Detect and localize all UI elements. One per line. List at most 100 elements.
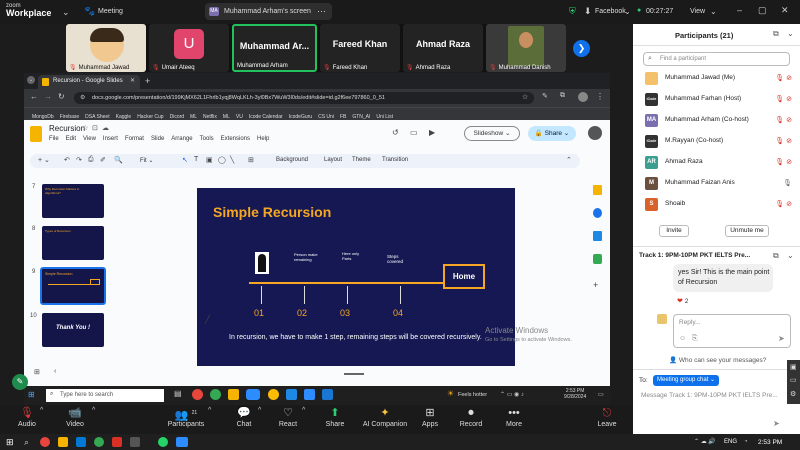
- participant-row[interactable]: S Shoaib 🎙 ⊘: [633, 196, 800, 214]
- speaker-notes-handle[interactable]: [344, 373, 364, 375]
- reply-input[interactable]: Reply... ☺ ⎘ ➤: [673, 314, 791, 348]
- network-icon[interactable]: ◔: [744, 439, 748, 445]
- app-icon[interactable]: [130, 437, 140, 447]
- document-title[interactable]: Recursion: [49, 124, 85, 133]
- line-icon[interactable]: ╲: [230, 156, 234, 164]
- cloud-icon[interactable]: ☁: [102, 124, 109, 132]
- facebook-label[interactable]: Facebook: [595, 8, 626, 15]
- menu-icon[interactable]: ⋮: [596, 92, 604, 101]
- minimize-icon[interactable]: –: [737, 5, 742, 15]
- recipient-select[interactable]: Meeting group chat ⌄: [653, 375, 720, 386]
- transition-button[interactable]: Transition: [382, 157, 408, 163]
- slide-thumbnail[interactable]: Types of Recursion: [42, 226, 104, 260]
- leave-button[interactable]: ⎋ Leave: [582, 405, 632, 428]
- history-icon[interactable]: ↺: [392, 128, 399, 137]
- send-icon[interactable]: ➤: [778, 334, 785, 343]
- menu-item-file[interactable]: File: [49, 136, 59, 142]
- redo-icon[interactable]: ↷: [76, 156, 82, 164]
- tray-icons[interactable]: ⌃ ☁ 🔊: [694, 438, 716, 445]
- view-menu[interactable]: View: [690, 8, 705, 15]
- avatar[interactable]: [588, 126, 602, 140]
- more-button[interactable]: ••• More: [489, 405, 539, 428]
- comment-add-icon[interactable]: ⊞: [248, 156, 254, 164]
- close-icon[interactable]: ✕: [781, 5, 789, 16]
- zoom-icon[interactable]: 🔍: [114, 156, 123, 164]
- new-slide-icon[interactable]: + ⌄: [38, 156, 50, 164]
- tasks-icon[interactable]: [593, 208, 602, 218]
- undo-icon[interactable]: ↶: [64, 156, 70, 164]
- keep-icon[interactable]: [593, 185, 602, 195]
- ai-companion-button[interactable]: ✦ AI Companion: [360, 405, 410, 428]
- react-button[interactable]: ♡ React: [263, 405, 313, 428]
- new-tab-icon[interactable]: +: [145, 76, 150, 86]
- monitor-icon[interactable]: ▭: [790, 376, 797, 384]
- share-screen-button[interactable]: ⬆ Share: [310, 405, 360, 428]
- collapse-icon[interactable]: ⌃: [566, 156, 572, 164]
- menu-item-slide[interactable]: Slide: [151, 136, 164, 142]
- reload-icon[interactable]: ↻: [58, 92, 65, 101]
- video-tile[interactable]: Fareed Khan 🎙 Fareed Khan: [320, 24, 400, 72]
- message-input[interactable]: Message Track 1: 9PM-10PM PKT IELTS Pre.…: [641, 392, 791, 399]
- zoom-select[interactable]: Fit ⌄: [140, 157, 153, 164]
- screen-share-pill[interactable]: MA Muhammad Arham's screen ⋯: [205, 3, 332, 20]
- participant-row[interactable]: Muhammad Jawad (Me) 🎙 ⊘: [633, 70, 800, 88]
- back-icon[interactable]: ←: [30, 92, 38, 101]
- next-page-button[interactable]: ❯: [573, 40, 590, 57]
- collapse-filmstrip-icon[interactable]: ‹: [54, 368, 56, 375]
- slides-logo-icon[interactable]: [30, 126, 42, 142]
- search-icon[interactable]: ⌕: [24, 437, 29, 448]
- meet-icon[interactable]: ▶: [429, 128, 435, 137]
- clock[interactable]: 2:53 PM: [758, 439, 782, 446]
- image-icon[interactable]: ▣: [206, 156, 213, 164]
- share-button[interactable]: 🔒 Share ⌄: [528, 126, 576, 141]
- participant-row[interactable]: MA Muhammad Arham (Co-host) 🎙 ⊘: [633, 112, 800, 130]
- popout-icon[interactable]: ⧉: [773, 29, 779, 39]
- maximize-icon[interactable]: ▢: [758, 5, 767, 16]
- slide-thumbnail[interactable]: Thank You !: [42, 313, 104, 347]
- chevron-down-icon[interactable]: ⌄: [62, 7, 70, 18]
- slide-canvas[interactable]: Simple Recursion Person make remaining H…: [197, 188, 515, 366]
- file-explorer-icon[interactable]: [58, 437, 68, 447]
- windows-start-icon[interactable]: ⊞: [6, 437, 14, 448]
- video-tile[interactable]: 🎙 Muhammad Jawad: [66, 24, 146, 72]
- site-info-icon[interactable]: ⚙: [80, 94, 85, 101]
- video-tile[interactable]: Ahmad Raza 🎙 Ahmad Raza: [403, 24, 483, 72]
- send-icon[interactable]: ➤: [773, 419, 780, 428]
- audio-button[interactable]: 🎙 Audio: [2, 405, 52, 428]
- menu-item-view[interactable]: View: [83, 136, 96, 142]
- menu-item-format[interactable]: Format: [125, 136, 144, 142]
- participant-row[interactable]: iCode M.Rayyan (Co-host) 🎙 ⊘: [633, 133, 800, 151]
- camera-icon[interactable]: ▣: [790, 363, 797, 371]
- chevron-down-icon[interactable]: ⌄: [787, 29, 794, 38]
- bookmark-star-icon[interactable]: ☆: [522, 93, 528, 101]
- avatar[interactable]: [578, 92, 588, 102]
- chevron-down-icon[interactable]: ⌄: [710, 7, 717, 16]
- menu-item-tools[interactable]: Tools: [200, 136, 214, 142]
- emoji-icon[interactable]: ☺: [679, 335, 686, 342]
- chevron-up-icon[interactable]: ^: [302, 407, 305, 414]
- menu-item-help[interactable]: Help: [257, 136, 269, 142]
- language-indicator[interactable]: ENG: [724, 439, 737, 445]
- chrome-profile-icon[interactable]: [94, 437, 104, 447]
- menu-item-edit[interactable]: Edit: [66, 136, 76, 142]
- invite-button[interactable]: Invite: [659, 225, 689, 237]
- add-on-icon[interactable]: +: [593, 280, 598, 290]
- heart-reaction[interactable]: ❤ 2: [677, 297, 688, 305]
- chevron-down-icon[interactable]: ⌄: [787, 251, 794, 260]
- participant-row[interactable]: AR Ahmad Raza 🎙 ⊘: [633, 154, 800, 172]
- participant-search-input[interactable]: ⌕ Find a participant: [643, 52, 790, 66]
- extensions-icon[interactable]: ⧉: [560, 92, 565, 100]
- maps-icon[interactable]: [593, 254, 602, 264]
- background-button[interactable]: Background: [276, 157, 308, 163]
- menu-item-insert[interactable]: Insert: [103, 136, 118, 142]
- print-icon[interactable]: ⎙: [88, 156, 94, 164]
- chrome-icon[interactable]: [40, 437, 50, 447]
- menu-item-arrange[interactable]: Arrange: [171, 136, 192, 142]
- chevron-up-icon[interactable]: ^: [40, 407, 43, 414]
- edge-icon[interactable]: [76, 437, 86, 447]
- chevron-down-icon[interactable]: ⌄: [624, 7, 631, 16]
- settings-icon[interactable]: ⚙: [790, 390, 796, 398]
- slide-thumbnail[interactable]: Why Recursion Matters in Algorithms?: [42, 184, 104, 218]
- more-options-icon[interactable]: ⋯: [317, 6, 326, 17]
- text-box-icon[interactable]: T: [194, 156, 198, 163]
